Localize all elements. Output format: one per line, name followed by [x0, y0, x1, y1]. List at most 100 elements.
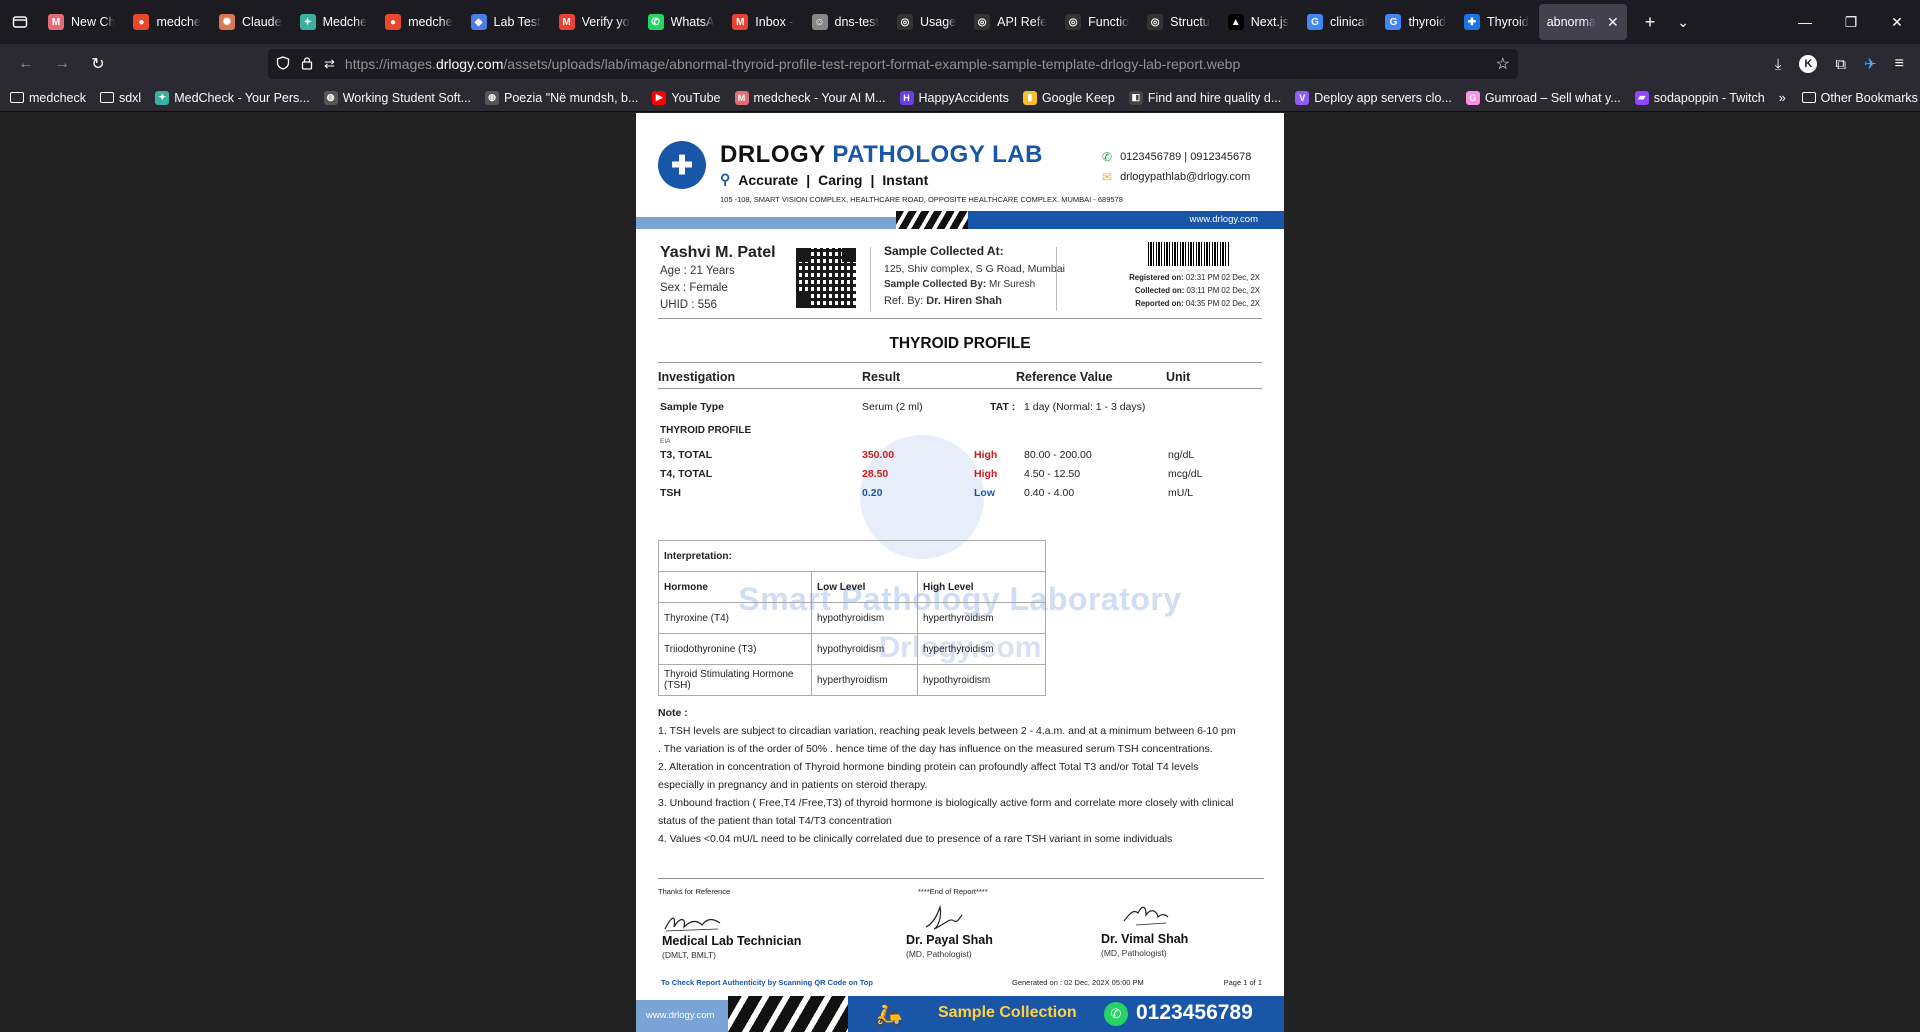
tab-favicon-icon: M — [48, 14, 64, 30]
reference-range: 0.40 - 4.00 — [1024, 487, 1075, 499]
tab-favicon-icon: G — [1385, 14, 1402, 30]
tracking-protection-icon[interactable] — [276, 55, 290, 73]
col-result: Result — [862, 370, 901, 384]
interpretation-cell: Low Level — [811, 571, 918, 603]
close-window-button[interactable]: ✕ — [1874, 0, 1920, 44]
bookmark-star-icon[interactable]: ☆ — [1496, 54, 1510, 74]
tab-favicon-icon: ▲ — [1227, 14, 1244, 30]
bookmark-item[interactable]: V Deploy app servers clo... — [1295, 90, 1452, 105]
notes-title: Note : — [658, 707, 688, 719]
browser-tab[interactable]: ✺ Claude — [211, 4, 290, 40]
minimize-button[interactable]: — — [1782, 0, 1828, 44]
browser-tab[interactable]: M New Ch — [40, 4, 123, 40]
tab-label: Medche — [322, 15, 368, 29]
browser-tab[interactable]: M Verify yo — [551, 4, 638, 40]
downloads-icon[interactable]: ⤓ — [1775, 56, 1782, 73]
bookmark-item[interactable]: medcheck — [10, 91, 86, 105]
browser-tab[interactable]: ✦ Medche — [292, 4, 375, 40]
browser-tab[interactable]: ▲ Next.js — [1220, 4, 1297, 40]
browser-tab[interactable]: ◎ Usage — [889, 4, 964, 40]
bookmark-label: Poezia "Në mundsh, b... — [504, 90, 639, 105]
bookmark-item[interactable]: ◍ Working Student Soft... — [323, 90, 472, 105]
chevron-down-icon[interactable]: ⌄ — [1677, 14, 1689, 31]
patient-name: Yashvi M. Patel — [660, 244, 776, 261]
bookmark-item[interactable]: ▶ YouTube — [652, 90, 721, 105]
browser-tab[interactable]: Gclinical — [1299, 4, 1376, 40]
microscope-icon: ⚲ — [720, 171, 731, 187]
bookmark-favicon-icon: ◍ — [485, 90, 500, 105]
whatsapp-icon: ✆ — [1104, 1002, 1128, 1026]
browser-tab[interactable]: ◎ API Refe — [966, 4, 1055, 40]
browser-tab[interactable]: ◎ Structu — [1139, 4, 1218, 40]
bookmark-item[interactable]: ◍ Poezia "Në mundsh, b... — [485, 90, 639, 105]
browser-tab[interactable]: M Inbox - — [724, 4, 801, 40]
account-avatar[interactable]: K — [1799, 55, 1818, 73]
browser-tab[interactable]: ✚ Thyroid — [1456, 4, 1537, 40]
other-bookmarks[interactable]: Other Bookmarks — [1801, 91, 1918, 105]
bookmark-item[interactable]: ▮ Google Keep — [1022, 90, 1115, 105]
tab-label: API Refe — [997, 15, 1048, 29]
bookmark-item[interactable]: ◧ Find and hire quality d... — [1128, 90, 1281, 105]
tab-favicon-icon: ● — [385, 14, 402, 30]
tab-favicon-icon: ✺ — [218, 14, 235, 30]
browser-tab[interactable]: ☺ dns-test — [804, 4, 887, 40]
forward-button[interactable]: → — [46, 48, 78, 80]
test-name: TSH — [660, 487, 681, 499]
lab-tagline: ⚲ Accurate | Caring | Instant — [720, 171, 929, 188]
bookmark-item[interactable]: sdxl — [99, 91, 141, 105]
result-flag: Low — [974, 487, 995, 499]
result-row: T4, TOTAL 28.50 High 4.50 - 12.50 mcg/dL — [636, 468, 1284, 484]
close-tab-icon[interactable]: ✕ — [1607, 14, 1619, 31]
tab-label: clinical — [1329, 15, 1368, 29]
permissions-icon[interactable]: ⇄ — [324, 56, 335, 72]
delivery-bike-icon: 🛵 — [875, 1001, 903, 1026]
browser-tab[interactable]: ◎ Functio — [1057, 4, 1137, 40]
notes: Note : 1. TSH levels are subject to circ… — [658, 704, 1238, 848]
browser-tab[interactable]: ◆ Lab Test — [463, 4, 549, 40]
interpretation-cell: hyperthyroidism — [811, 664, 918, 696]
interpretation-cell: hypothyroidism — [917, 664, 1046, 696]
test-result: 350.00 — [862, 449, 895, 461]
interpretation-cell: High Level — [917, 571, 1046, 603]
tab-label: Inbox - — [755, 15, 794, 29]
tab-favicon-icon: ☺ — [811, 14, 828, 30]
bookmark-item[interactable]: G Gumroad – Sell what y... — [1465, 90, 1621, 105]
col-unit: Unit — [1166, 370, 1191, 384]
back-button[interactable]: ← — [10, 48, 42, 80]
bookmark-item[interactable]: ▰ sodapoppin - Twitch — [1634, 90, 1765, 105]
url-text[interactable]: https://images.drlogy.com/assets/uploads… — [345, 56, 1486, 72]
browser-tab[interactable]: ✆ WhatsA — [640, 4, 723, 40]
test-unit: mcg/dL — [1168, 468, 1203, 480]
bookmark-item[interactable]: Mmedcheck - Your AI M... — [734, 90, 886, 105]
new-tab-button[interactable]: + — [1645, 12, 1656, 33]
browser-tab[interactable]: ● medche — [377, 4, 460, 40]
bookmarks-overflow-icon[interactable]: » — [1779, 91, 1786, 105]
tab-strip: M New Ch ● medche ✺ Claude ✦ Medche ● medche ◆ Lab … — [0, 0, 1920, 44]
bookmark-item[interactable]: H HappyAccidents — [899, 90, 1009, 105]
browser-tab[interactable]: Gthyroid — [1377, 4, 1454, 40]
tab-label: Thyroid — [1487, 15, 1529, 29]
test-name: T3, TOTAL — [660, 449, 713, 461]
reported-on: Reported on: 04:35 PM 02 Dec, 2X — [1135, 299, 1260, 308]
browser-tab[interactable]: ● medche — [125, 4, 208, 40]
extensions-icon[interactable]: ⧉ — [1835, 56, 1846, 73]
list-all-tabs-button[interactable] — [0, 0, 40, 44]
url-bar[interactable]: ⇄ https://images.drlogy.com/assets/uploa… — [268, 49, 1518, 79]
note-item: 4. Values <0.04 mU/L need to be clinical… — [658, 833, 1173, 845]
tab-favicon-icon: ◎ — [974, 14, 991, 30]
reload-button[interactable]: ↻ — [82, 48, 114, 80]
interpretation-cell: hypothyroidism — [811, 602, 918, 634]
referred-by: Ref. By: Dr. Hiren Shah — [884, 295, 1002, 307]
note-item: 3. Unbound fraction ( Free,T4 /Free,T3) … — [658, 797, 1234, 827]
lock-icon[interactable] — [300, 56, 314, 73]
menu-icon[interactable]: ≡ — [1895, 55, 1904, 73]
bookmark-label: HappyAccidents — [918, 90, 1009, 105]
browser-tab[interactable]: abnorma ✕ — [1538, 4, 1627, 40]
bookmark-item[interactable]: ✦ MedCheck - Your Pers... — [155, 90, 310, 105]
bookmark-favicon-icon: ◧ — [1128, 90, 1143, 105]
extension-icon[interactable]: ✈ — [1864, 55, 1877, 73]
restore-button[interactable]: ❐ — [1828, 0, 1874, 44]
tab-favicon-icon: M — [732, 14, 749, 30]
vimal-shah-signature — [1123, 906, 1169, 926]
bookmark-label: Working Student Soft... — [342, 90, 472, 105]
